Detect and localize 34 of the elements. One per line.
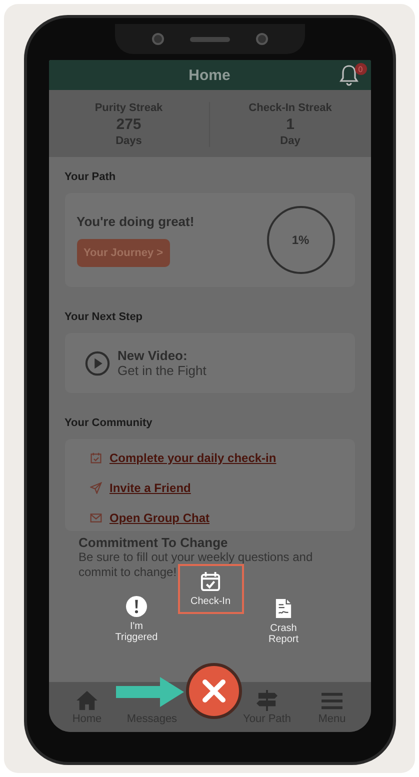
sensor-icon (256, 33, 268, 45)
alert-icon (126, 596, 147, 617)
video-card[interactable]: New Video: Get in the Fight (64, 333, 354, 393)
notification-badge: 0 (354, 63, 366, 75)
pointer-arrow (116, 677, 184, 707)
video-subtitle: Get in the Fight (118, 363, 206, 378)
bell-icon[interactable] (338, 64, 358, 86)
screen-title: Home (188, 66, 230, 84)
highlighted-action[interactable]: Check-In (178, 564, 244, 614)
action-label: Check-In (190, 596, 230, 607)
play-icon (84, 350, 110, 376)
community-link[interactable]: Complete your daily check-in (110, 451, 276, 465)
commitment-title: Commitment To Change (78, 535, 229, 550)
community-link[interactable]: Open Group Chat (110, 511, 210, 525)
action-label: Crash Report (267, 623, 300, 645)
camera-icon (152, 33, 164, 45)
encouragement-text: You're doing great! (76, 214, 194, 228)
section-heading: Your Community (64, 417, 154, 429)
section-heading: Your Path (64, 171, 117, 183)
paper-plane-icon (90, 482, 102, 494)
action-label: I'm Triggered (114, 621, 159, 643)
home-icon[interactable] (75, 690, 99, 710)
quick-action[interactable]: Crash Report (256, 598, 310, 645)
speaker-grille (190, 36, 230, 42)
video-title: New Video: (118, 348, 188, 363)
envelope-icon (90, 512, 102, 524)
signpost-icon[interactable] (255, 690, 279, 710)
calendar-icon (90, 452, 102, 464)
progress-percent: 1% (292, 233, 310, 247)
community-link[interactable]: Invite a Friend (110, 481, 191, 495)
quick-action[interactable]: I'm Triggered (110, 596, 162, 643)
section-heading: Your Next Step (64, 311, 144, 323)
close-icon (200, 678, 226, 704)
calendar-check-icon (200, 571, 221, 592)
